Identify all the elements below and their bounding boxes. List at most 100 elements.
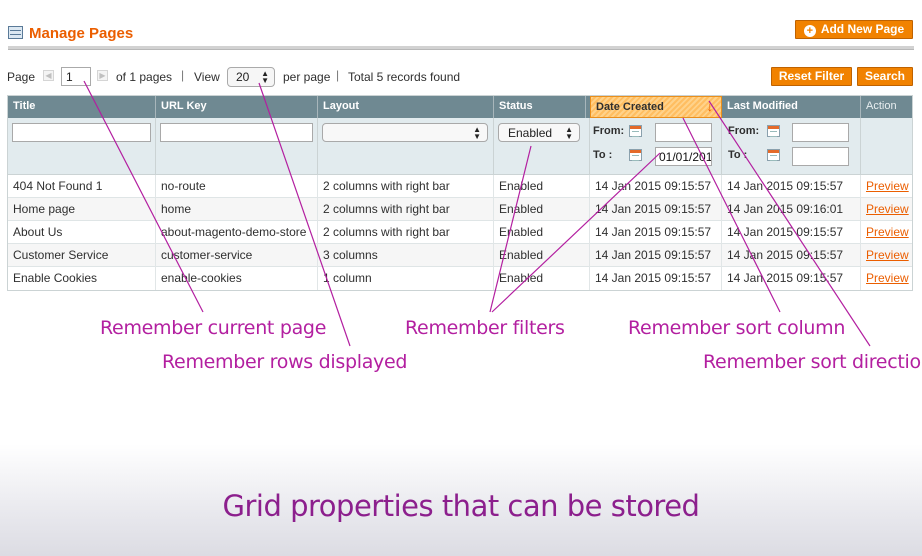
view-label: View <box>194 70 220 84</box>
date-created-from-input[interactable] <box>655 123 712 142</box>
reset-filter-button[interactable]: Reset Filter <box>771 67 852 86</box>
cell-url-key: no-route <box>156 175 318 198</box>
calendar-icon[interactable] <box>629 125 642 137</box>
preview-link[interactable]: Preview <box>861 267 914 290</box>
date-created-to-input[interactable]: 01/01/2015 <box>655 147 712 166</box>
filter-cell-date-created: From: To : 01/01/2015 <box>590 118 722 175</box>
column-title[interactable]: Title <box>8 96 156 118</box>
select-arrows-icon: ▲ ▼ <box>565 125 573 141</box>
last-modified-to-input[interactable] <box>792 147 849 166</box>
table-row[interactable]: Home page home 2 columns with right bar … <box>8 198 912 221</box>
cell-last-modified: 14 Jan 2015 09:15:57 <box>722 175 861 198</box>
cell-date-created: 14 Jan 2015 09:15:57 <box>590 244 722 267</box>
cell-title: Enable Cookies <box>8 267 156 290</box>
select-arrows-icon: ▲ ▼ <box>261 69 269 85</box>
cell-status: Enabled <box>494 221 590 244</box>
layout-filter-select[interactable]: ▲ ▼ <box>322 123 488 142</box>
date-created-from-label: From: <box>593 125 625 137</box>
calendar-icon[interactable] <box>629 149 642 161</box>
cell-url-key: about-magento-demo-store <box>156 221 318 244</box>
calendar-icon[interactable] <box>767 149 780 161</box>
cell-status: Enabled <box>494 175 590 198</box>
cell-date-created: 14 Jan 2015 09:15:57 <box>590 175 722 198</box>
column-action: Action <box>866 100 897 112</box>
sort-desc-icon: ↓ <box>706 99 714 114</box>
last-modified-from-input[interactable] <box>792 123 849 142</box>
header-divider <box>8 46 914 50</box>
select-arrows-icon: ▲ ▼ <box>473 125 481 141</box>
last-modified-to-label: To : <box>728 149 748 161</box>
table-row[interactable]: Customer Service customer-service 3 colu… <box>8 244 912 267</box>
column-layout[interactable]: Layout <box>318 96 494 118</box>
cell-status: Enabled <box>494 267 590 290</box>
filter-cell-action <box>861 118 914 175</box>
per-page-label: per page <box>283 70 331 84</box>
plus-circle-icon: + <box>803 25 816 37</box>
filter-cell-status: Enabled ▲ ▼ <box>494 118 590 175</box>
column-url-key[interactable]: URL Key <box>156 96 318 118</box>
cell-status: Enabled <box>494 198 590 221</box>
cell-layout: 2 columns with right bar <box>318 175 494 198</box>
arrow-left-icon[interactable]: ◀ <box>43 70 54 81</box>
filter-cell-url-key <box>156 118 318 175</box>
annotation-sort-direction: Remember sort direction <box>703 351 922 373</box>
preview-link[interactable]: Preview <box>861 244 914 267</box>
preview-link[interactable]: Preview <box>861 221 914 244</box>
preview-link[interactable]: Preview <box>861 198 914 221</box>
column-status[interactable]: Status <box>494 96 586 118</box>
cell-title: About Us <box>8 221 156 244</box>
cell-date-created: 14 Jan 2015 09:15:57 <box>590 221 722 244</box>
manage-pages-screen: Manage Pages + Add New Page Page ◀ 1 ▶ of… <box>0 0 922 556</box>
cell-layout: 2 columns with right bar <box>318 221 494 244</box>
page-label: Page <box>7 70 36 84</box>
search-button[interactable]: Search <box>857 67 913 86</box>
table-row[interactable]: 404 Not Found 1 no-route 2 columns with … <box>8 175 912 198</box>
grid-header-row: Title URL Key Layout Status Date Created… <box>8 96 912 118</box>
annotation-current-page: Remember current page <box>100 317 327 339</box>
cell-url-key: home <box>156 198 318 221</box>
rows-per-page-value: 20 <box>236 70 250 84</box>
date-created-to-label: To : <box>593 149 613 161</box>
page-title: Manage Pages <box>29 25 134 42</box>
table-row[interactable]: Enable Cookies enable-cookies 1 column E… <box>8 267 912 290</box>
pager-separator: | <box>181 68 185 82</box>
cell-url-key: customer-service <box>156 244 318 267</box>
cell-last-modified: 14 Jan 2015 09:15:57 <box>722 267 861 290</box>
column-last-modified[interactable]: Last Modified <box>722 96 861 118</box>
annotation-sort-column: Remember sort column <box>628 317 846 339</box>
table-row[interactable]: About Us about-magento-demo-store 2 colu… <box>8 221 912 244</box>
cell-last-modified: 14 Jan 2015 09:15:57 <box>722 244 861 267</box>
cell-layout: 1 column <box>318 267 494 290</box>
total-records: Total 5 records found <box>348 70 461 84</box>
column-date-created[interactable]: Date Created ↓ <box>590 96 722 118</box>
preview-link[interactable]: Preview <box>861 175 914 198</box>
annotation-filters: Remember filters <box>405 317 565 339</box>
rows-per-page-select[interactable]: 20 ▲ ▼ <box>227 67 275 87</box>
calendar-icon[interactable] <box>767 125 780 137</box>
cell-title: 404 Not Found 1 <box>8 175 156 198</box>
filter-cell-title <box>8 118 156 175</box>
url-key-filter-input[interactable] <box>160 123 313 142</box>
cell-status: Enabled <box>494 244 590 267</box>
add-new-page-label: Add New Page <box>820 22 905 36</box>
add-new-page-button[interactable]: + Add New Page <box>795 20 913 39</box>
pager-separator: | <box>336 68 340 82</box>
cell-date-created: 14 Jan 2015 09:15:57 <box>590 267 722 290</box>
grid-icon <box>8 26 23 39</box>
cell-date-created: 14 Jan 2015 09:15:57 <box>590 198 722 221</box>
cell-url-key: enable-cookies <box>156 267 318 290</box>
cell-last-modified: 14 Jan 2015 09:16:01 <box>722 198 861 221</box>
caption-text: Grid properties that can be stored <box>222 489 700 523</box>
page-number-input[interactable]: 1 <box>61 67 91 86</box>
title-filter-input[interactable] <box>12 123 151 142</box>
status-filter-select[interactable]: Enabled ▲ ▼ <box>498 123 580 142</box>
pages-grid: Title URL Key Layout Status Date Created… <box>7 95 913 291</box>
grid-filter-row: ▲▼ Enabled ▲▼ From: To : 01/01/2015 From… <box>8 118 912 175</box>
arrow-right-icon[interactable]: ▶ <box>97 70 108 81</box>
cell-title: Home page <box>8 198 156 221</box>
last-modified-from-label: From: <box>728 125 760 137</box>
page-count: of 1 pages <box>116 70 173 84</box>
status-filter-value: Enabled <box>508 126 553 140</box>
cell-layout: 3 columns <box>318 244 494 267</box>
annotation-rows-displayed: Remember rows displayed <box>162 351 408 373</box>
